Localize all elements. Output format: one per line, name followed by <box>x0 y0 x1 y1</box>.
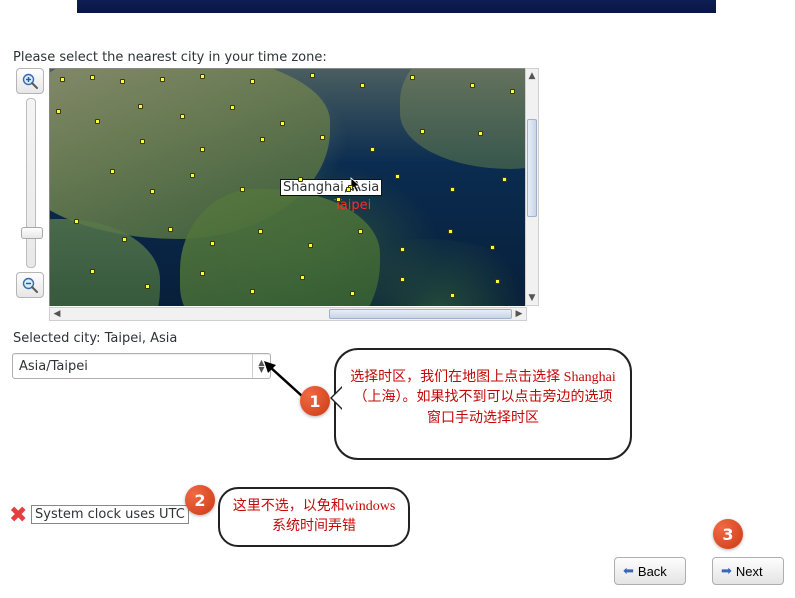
landmass <box>400 68 527 169</box>
city-dot[interactable] <box>360 83 365 88</box>
city-dot[interactable] <box>346 187 351 192</box>
timezone-combobox-value: Asia/Taipei <box>19 359 88 374</box>
city-dot[interactable] <box>230 105 235 110</box>
zoom-in-button[interactable] <box>16 68 44 94</box>
city-dot[interactable] <box>56 109 61 114</box>
city-dot[interactable] <box>60 77 65 82</box>
zoom-out-icon <box>21 276 39 294</box>
scroll-up-arrow-icon[interactable]: ▲ <box>526 69 538 83</box>
annotation-bubble-1: 选择时区，我们在地图上点击选择 Shanghai（上海）。如果找不到可以点击旁边… <box>334 348 632 460</box>
city-dot[interactable] <box>90 269 95 274</box>
next-button[interactable]: ➡ Next <box>712 557 784 585</box>
zoom-out-button[interactable] <box>16 272 44 298</box>
city-dot[interactable] <box>250 79 255 84</box>
city-dot[interactable] <box>210 241 215 246</box>
city-dot[interactable] <box>470 83 475 88</box>
horizontal-scroll-thumb[interactable] <box>329 309 512 319</box>
city-dot[interactable] <box>74 219 79 224</box>
city-dot[interactable] <box>258 229 263 234</box>
city-dot[interactable] <box>400 277 405 282</box>
city-dot[interactable] <box>490 245 495 250</box>
system-clock-utc-checkbox[interactable]: System clock uses UTC <box>31 505 189 524</box>
annotation-bubble-2: 这里不选，以免和windows系统时间弄错 <box>218 487 410 547</box>
city-dot[interactable] <box>410 75 415 80</box>
city-dot[interactable] <box>478 131 483 136</box>
city-dot[interactable] <box>450 293 455 298</box>
city-dot[interactable] <box>450 187 455 192</box>
city-dot[interactable] <box>310 73 315 78</box>
city-dot[interactable] <box>395 174 400 179</box>
scroll-down-arrow-icon[interactable]: ▼ <box>526 291 538 305</box>
zoom-slider[interactable] <box>26 98 36 268</box>
city-dot[interactable] <box>308 243 313 248</box>
city-dot[interactable] <box>298 177 303 182</box>
back-button[interactable]: ⬅ Back <box>614 557 686 585</box>
city-dot[interactable] <box>150 189 155 194</box>
city-dot[interactable] <box>350 291 355 296</box>
map-zoom-controls <box>16 68 46 306</box>
city-dot[interactable] <box>502 177 507 182</box>
city-dot[interactable] <box>260 137 265 142</box>
zoom-in-icon <box>21 72 39 90</box>
city-dot[interactable] <box>110 169 115 174</box>
city-dot[interactable] <box>120 79 125 84</box>
timezone-map[interactable]: Shanghai, Asia Taipei <box>49 68 527 306</box>
timezone-combobox[interactable]: Asia/Taipei ▲▼ <box>12 353 271 379</box>
city-dot[interactable] <box>510 89 515 94</box>
scroll-left-arrow-icon[interactable]: ◀ <box>50 308 64 320</box>
annotation-badge-2: 2 <box>185 485 215 515</box>
city-dot[interactable] <box>90 75 95 80</box>
next-arrow-icon: ➡ <box>721 563 732 579</box>
city-dot[interactable] <box>495 279 500 284</box>
city-dot[interactable] <box>140 139 145 144</box>
city-dot[interactable] <box>400 247 405 252</box>
combobox-spinner-icon[interactable]: ▲▼ <box>252 354 270 378</box>
city-dot[interactable] <box>200 147 205 152</box>
city-dot[interactable] <box>200 74 205 79</box>
vertical-scroll-thumb[interactable] <box>527 119 537 217</box>
annotation-badge-3: 3 <box>713 519 743 549</box>
city-dot[interactable] <box>138 104 143 109</box>
city-dot[interactable] <box>180 114 185 119</box>
city-dot[interactable] <box>320 135 325 140</box>
timezone-map-container: Shanghai, Asia Taipei ▲ ▼ ◀ ▶ <box>49 68 539 321</box>
city-dot[interactable] <box>448 229 453 234</box>
zoom-slider-thumb[interactable] <box>21 227 43 239</box>
city-dot[interactable] <box>336 197 341 202</box>
scroll-right-arrow-icon[interactable]: ▶ <box>512 308 526 320</box>
city-dot[interactable] <box>190 173 195 178</box>
city-dot[interactable] <box>122 237 127 242</box>
back-arrow-icon: ⬅ <box>623 563 634 579</box>
city-dot[interactable] <box>168 227 173 232</box>
city-dot[interactable] <box>95 119 100 124</box>
city-dot[interactable] <box>370 147 375 152</box>
annotation-x-mark-icon: ✖ <box>9 503 27 528</box>
map-vertical-scrollbar[interactable]: ▲ ▼ <box>525 68 539 306</box>
city-dot[interactable] <box>160 77 165 82</box>
city-label-hover: Shanghai, Asia <box>280 179 382 196</box>
city-dot[interactable] <box>420 129 425 134</box>
city-dot[interactable] <box>240 187 245 192</box>
city-dot[interactable] <box>300 275 305 280</box>
city-dot[interactable] <box>280 121 285 126</box>
selected-city-label: Selected city: Taipei, Asia <box>13 331 177 346</box>
city-dot[interactable] <box>358 229 363 234</box>
city-dot[interactable] <box>250 289 255 294</box>
city-dot[interactable] <box>200 271 205 276</box>
next-button-label: Next <box>736 564 763 579</box>
installer-banner <box>77 0 716 13</box>
back-button-label: Back <box>638 564 667 579</box>
city-dot[interactable] <box>145 284 150 289</box>
timezone-prompt: Please select the nearest city in your t… <box>13 50 327 65</box>
map-horizontal-scrollbar[interactable]: ◀ ▶ <box>49 307 527 321</box>
